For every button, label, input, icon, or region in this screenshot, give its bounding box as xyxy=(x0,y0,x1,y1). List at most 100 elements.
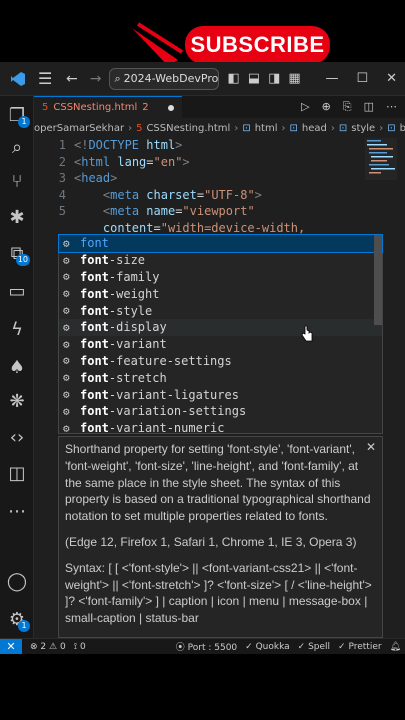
status-bar: ✕ ⊗ 2 ⚠ 0 ⟟ 0 ⦿ Port : 5500 ✓ Quokka ✓ S… xyxy=(0,638,405,655)
layout-sidebar-icon[interactable]: ◧ xyxy=(227,71,239,86)
layout-right-icon[interactable]: ◨ xyxy=(268,71,280,86)
search-icon: ⌕ xyxy=(114,71,121,85)
chevron-right-icon: › xyxy=(330,122,335,134)
menu-icon[interactable]: ☰ xyxy=(38,69,54,88)
split-editor-icon[interactable]: ◫ xyxy=(364,100,374,114)
command-center-search[interactable]: ⌕ 2024-WebDevProjects xyxy=(109,67,220,90)
suggestion-details: ✕ Shorthand property for setting 'font-s… xyxy=(58,436,383,638)
notifications-bell-icon[interactable]: 🔔︎ xyxy=(390,642,401,652)
minimap[interactable] xyxy=(365,138,397,180)
video-overlay-bottom xyxy=(0,654,405,720)
layout-custom-icon[interactable]: ▦ xyxy=(288,71,300,86)
title-bar: ☰ ← → ⌕ 2024-WebDevProjects ◧ ⬓ ◨ ▦ — ☐ … xyxy=(0,62,405,96)
suggestion-label: font-weight xyxy=(80,286,160,301)
vscode-logo xyxy=(4,65,32,93)
suggestion-item[interactable]: ⚙ font-variation-settings xyxy=(59,403,382,420)
error-count: 2 xyxy=(40,641,47,652)
layout-panel-icon[interactable]: ⬓ xyxy=(248,71,260,86)
close-icon[interactable]: ✕ xyxy=(386,71,397,86)
remote-indicator-icon[interactable]: ✕ xyxy=(0,638,22,655)
chevron-right-icon: › xyxy=(379,122,384,134)
code-brackets-icon[interactable]: ‹› xyxy=(0,422,34,452)
property-icon: ⚙ xyxy=(63,371,70,385)
breadcrumb-item[interactable]: head xyxy=(302,123,327,134)
suggestion-item[interactable]: ⚙ font-weight xyxy=(59,285,382,302)
forward-arrow-icon[interactable]: → xyxy=(90,71,102,87)
breadcrumb-item[interactable]: operSamarSekhar xyxy=(34,123,124,134)
source-control-icon[interactable]: ⑂ xyxy=(0,166,34,196)
suggestion-item[interactable]: ⚙ font-stretch xyxy=(59,369,382,386)
mongodb-leaf-icon[interactable]: ♠ xyxy=(0,352,34,382)
code-text: <meta name="viewport" xyxy=(102,204,255,218)
minimize-icon[interactable]: — xyxy=(325,71,338,86)
suggestion-item[interactable]: ⚙ font-variant-ligatures xyxy=(59,386,382,403)
property-icon: ⚙ xyxy=(63,270,70,284)
property-icon: ⚙ xyxy=(63,253,70,267)
code-line[interactable]: 5 <meta name="viewport" xyxy=(34,204,255,220)
more-icon[interactable]: ⋯ xyxy=(0,496,34,526)
spell-label: Spell xyxy=(308,641,331,652)
spell-status[interactable]: ✓ Spell xyxy=(298,642,330,652)
code-text: <!DOCTYPE html> xyxy=(74,138,183,152)
suggestion-item[interactable]: ⚙ font-variant xyxy=(59,336,382,353)
scrollbar[interactable] xyxy=(374,235,382,325)
breadcrumb-item[interactable]: style xyxy=(351,123,375,134)
unsaved-dot-icon[interactable] xyxy=(167,104,174,111)
suggestion-item[interactable]: ⚙ font-size xyxy=(59,252,382,269)
details-description: Shorthand property for setting 'font-sty… xyxy=(65,442,371,524)
open-changes-icon[interactable]: ⎘ xyxy=(343,100,352,114)
remote-explorer-icon[interactable]: ▭ xyxy=(0,276,34,306)
code-text: <html lang="en"> xyxy=(74,154,190,169)
html5-icon: 5 xyxy=(42,102,49,113)
suggestion-widget[interactable]: ⚙ font ⚙ font-size ⚙ font-family ⚙ font-weight ⚙… xyxy=(58,234,383,437)
more-actions-icon[interactable]: ⋯ xyxy=(386,100,397,114)
code-line[interactable]: 3 <head> xyxy=(34,171,118,187)
chevron-right-icon: › xyxy=(234,122,239,134)
code-line[interactable]: 2 <html lang="en"> xyxy=(34,155,190,171)
property-icon: ⚙ xyxy=(63,421,70,435)
suggestion-label: font-size xyxy=(80,253,146,268)
subscribe-button[interactable]: SUBSCRIBE xyxy=(185,26,330,64)
lightning-icon[interactable]: ϟ xyxy=(0,314,34,344)
live-server-status[interactable]: ⦿ Port : 5500 xyxy=(176,640,237,653)
errors-status[interactable]: ⊗ 2 ⚠ 0 xyxy=(30,642,66,652)
element-icon: ⊡ xyxy=(387,122,396,134)
suggestion-item[interactable]: ⚙ font-variant-numeric xyxy=(59,420,382,437)
prettier-status[interactable]: ✓ Prettier xyxy=(338,642,382,652)
quokka-status[interactable]: ✓ Quokka xyxy=(245,642,290,652)
warning-count: 0 xyxy=(59,641,66,652)
suggestion-label: font-style xyxy=(80,303,153,318)
suggestion-item[interactable]: ⚙ font-style xyxy=(59,302,382,319)
figma-icon[interactable]: ❋ xyxy=(0,386,34,416)
live-preview-icon[interactable]: ⊕ xyxy=(322,100,331,114)
suggestion-item[interactable]: ⚙ font xyxy=(58,234,383,253)
tab-label: CSSNesting.html xyxy=(53,102,138,113)
code-line[interactable]: 4 <meta charset="UTF-8"> xyxy=(34,188,262,204)
line-number: 5 xyxy=(58,204,66,218)
breadcrumb-item[interactable]: html xyxy=(255,123,278,134)
explorer-icon[interactable]: ❐ 1 xyxy=(0,100,34,130)
suggestion-label: font-display xyxy=(80,320,167,335)
warning-icon: ⚠ xyxy=(49,641,58,652)
search-icon[interactable]: ⌕ xyxy=(0,132,34,162)
account-icon[interactable]: ◯ xyxy=(0,566,34,596)
extensions-icon[interactable]: ⧉ 10 xyxy=(0,238,34,268)
code-line[interactable]: 1 <!DOCTYPE html> xyxy=(34,138,183,154)
suggestion-item[interactable]: ⚙ font-feature-settings xyxy=(59,353,382,370)
breadcrumb-item[interactable]: CSSNesting.html xyxy=(146,123,230,134)
windows-icon[interactable]: ◫ xyxy=(0,458,34,488)
ports-status[interactable]: ⟟ 0 xyxy=(74,642,86,652)
badge: 10 xyxy=(15,254,30,266)
run-icon[interactable]: ▷ xyxy=(301,100,309,114)
settings-gear-icon[interactable]: ⚙ 1 xyxy=(0,604,34,634)
close-icon[interactable]: ✕ xyxy=(366,439,376,456)
suggestion-item[interactable]: ⚙ font-family xyxy=(59,269,382,286)
debug-icon[interactable]: ✱ xyxy=(0,202,34,232)
chevron-right-icon: › xyxy=(281,122,286,134)
maximize-icon[interactable]: ☐ xyxy=(356,71,368,86)
tab-cssnesting[interactable]: 5 CSSNesting.html 2 xyxy=(34,96,182,118)
back-arrow-icon[interactable]: ← xyxy=(66,71,78,87)
suggestion-item[interactable]: ⚙ font-display xyxy=(59,318,382,336)
breadcrumb-item[interactable]: body xyxy=(400,123,405,134)
details-syntax: Syntax: [ [ <'font-style'> || <font-vari… xyxy=(65,560,372,626)
